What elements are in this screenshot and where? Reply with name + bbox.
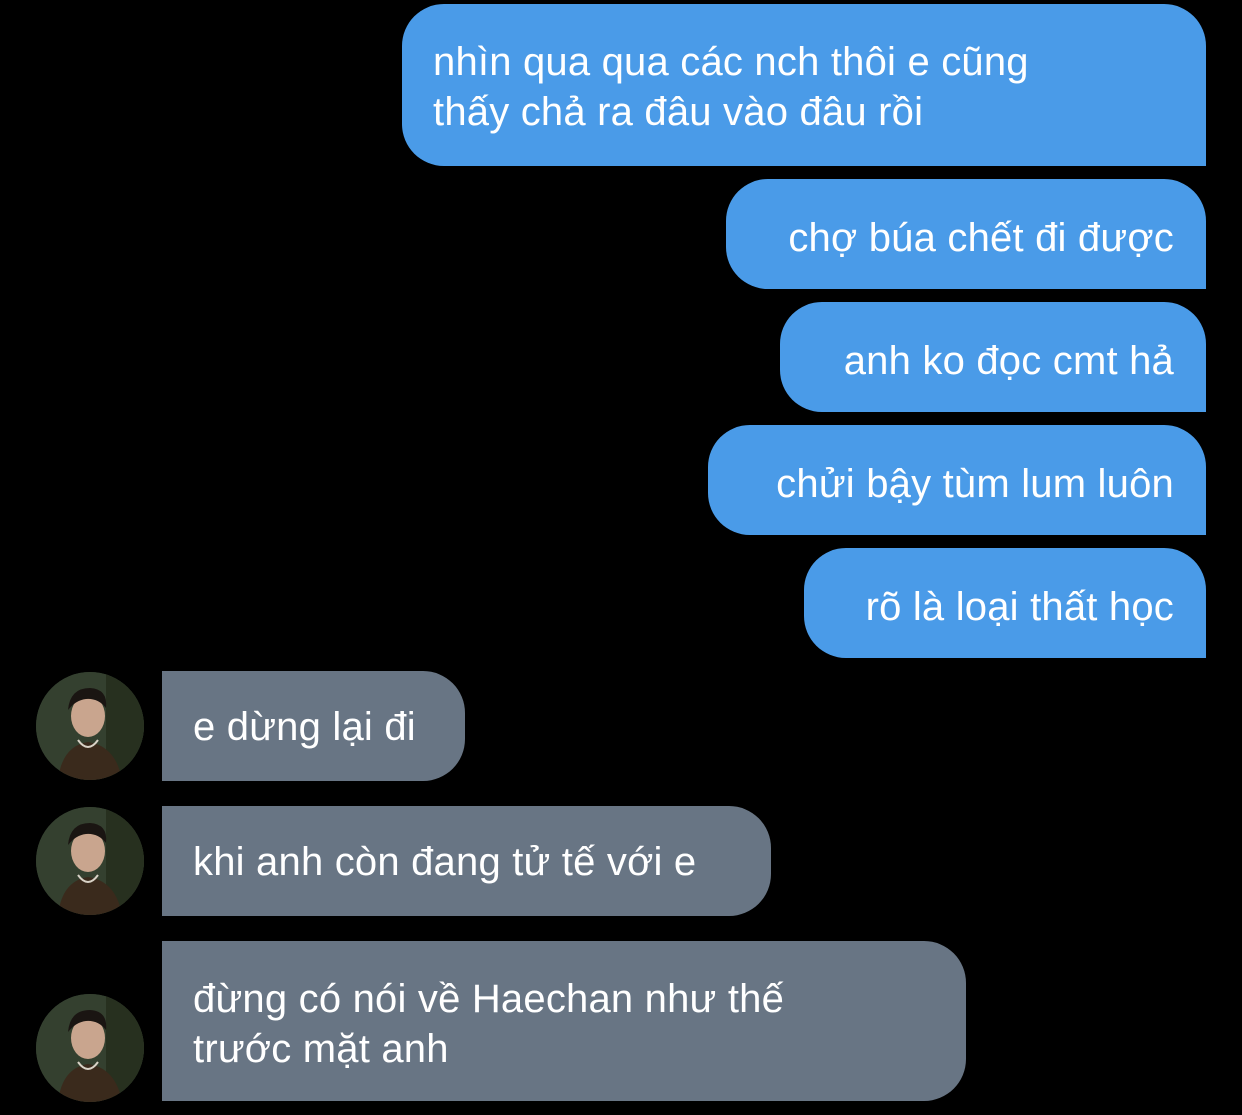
- message-bubble-received[interactable]: e dừng lại đi: [162, 671, 465, 781]
- contact-avatar[interactable]: [36, 994, 144, 1102]
- profile-photo-icon: [36, 807, 144, 915]
- message-bubble-sent[interactable]: rõ là loại thất học: [804, 548, 1206, 658]
- message-bubble-sent[interactable]: nhìn qua qua các nch thôi e cũng thấy ch…: [402, 4, 1206, 166]
- message-bubble-received[interactable]: khi anh còn đang tử tế với e: [162, 806, 771, 916]
- message-bubble-sent[interactable]: chửi bậy tùm lum luôn: [708, 425, 1206, 535]
- message-bubble-received[interactable]: đừng có nói về Haechan như thế trước mặt…: [162, 941, 966, 1101]
- profile-photo-icon: [36, 994, 144, 1102]
- profile-photo-icon: [36, 672, 144, 780]
- contact-avatar[interactable]: [36, 807, 144, 915]
- message-bubble-sent[interactable]: anh ko đọc cmt hả: [780, 302, 1206, 412]
- contact-avatar[interactable]: [36, 672, 144, 780]
- message-bubble-sent[interactable]: chợ búa chết đi được: [726, 179, 1206, 289]
